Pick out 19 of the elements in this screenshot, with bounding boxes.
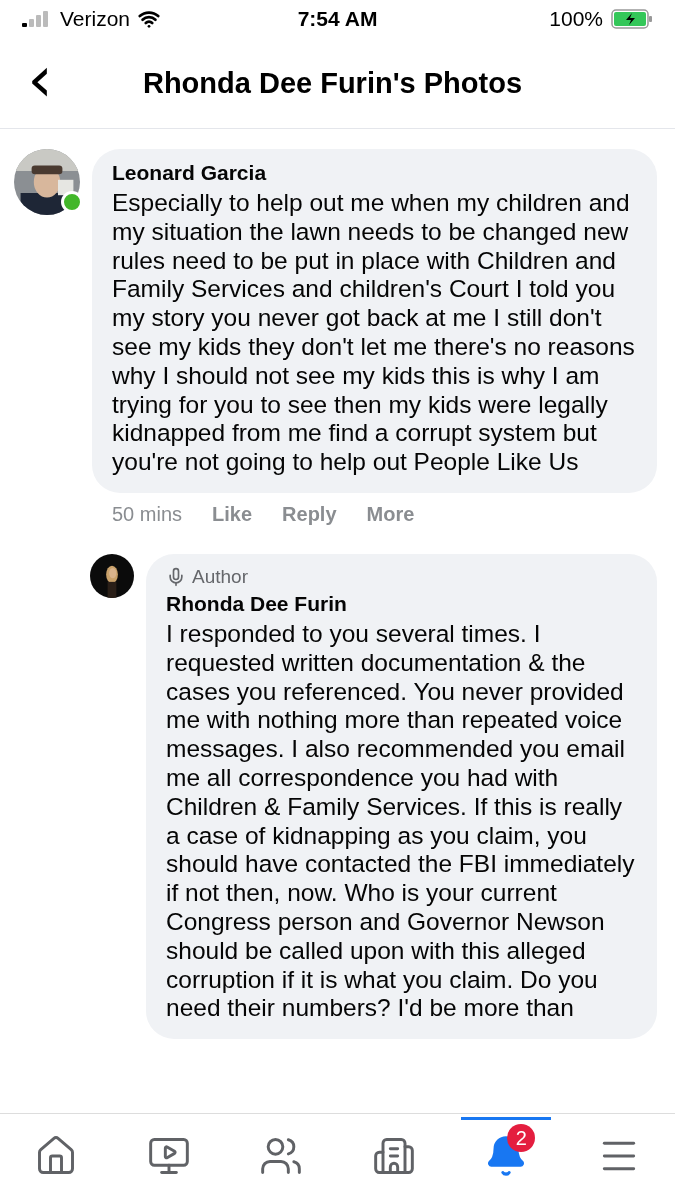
carrier-name: Verizon	[60, 7, 131, 31]
notification-count: 2	[507, 1124, 536, 1152]
page-title: Rhonda Dee Furin's Photos	[141, 66, 524, 100]
comment-time: 50 mins	[112, 502, 183, 526]
author-label: Author	[192, 565, 248, 588]
commenter-name: Rhonda Dee Furin	[166, 591, 348, 616]
battery-percent: 100%	[549, 7, 603, 31]
nav-tab[interactable]: 2	[461, 1117, 552, 1191]
comment-text: Especially to help out me when my children and my situation the lawn needs to be changed new rules need to be put in place with Children and Family Services and children's Court I told you my story you never got back at me I still don't see my kids they don't let me there's no reasons why I should not see my kids this is why I am trying for you to see then my kids were legally kidnapped from me find a corrupt system but you're not going to help out People Like Us	[112, 189, 636, 477]
comment-action-link[interactable]: Reply	[282, 502, 337, 526]
comment-text: I responded to you several times. I requested written documentation & the cases you referenced. You never provided me with nothing more than repeated voice messages. I also recommended you email me all correspondence you had with Children & Family Services. If this is really a case of kidnapping as you claim, you should have contacted the FBI immediately if not then, now. Who is your current Congress person and Governor Newson should be called upon with this alleged corruption if it is what you claim. Do you need their numbers? I'd be more than	[166, 619, 636, 1024]
wifi-icon	[138, 8, 161, 30]
comment-action-link[interactable]: More	[366, 502, 415, 526]
comment-action-link[interactable]: Like	[212, 502, 253, 526]
commenter-name: Leonard Garcia	[112, 161, 268, 185]
microphone-icon	[166, 566, 186, 587]
battery-icon	[611, 9, 653, 29]
back-button[interactable]: ‹	[20, 55, 60, 111]
clock-time: 7:54 AM	[297, 7, 378, 31]
